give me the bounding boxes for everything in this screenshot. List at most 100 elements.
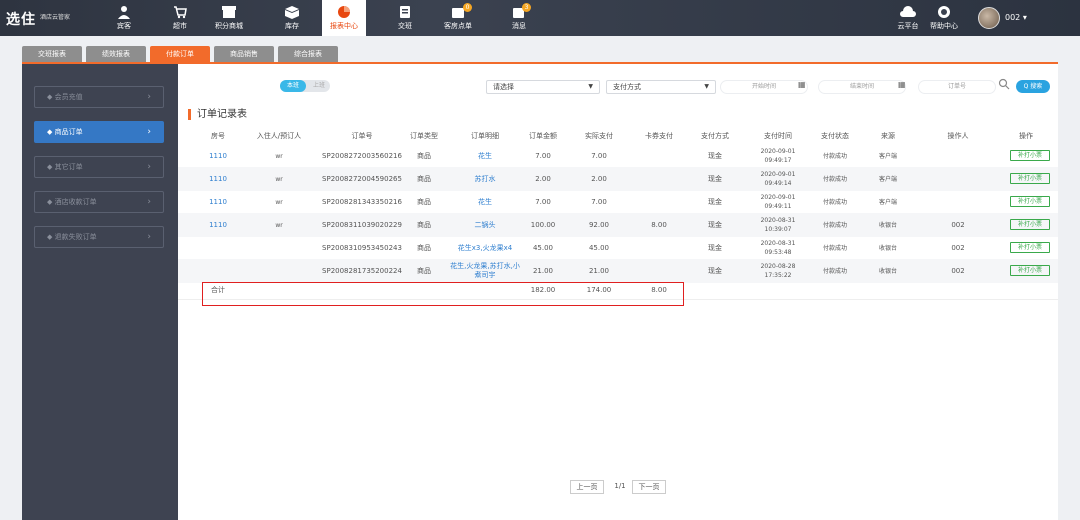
toggle-current-shift[interactable]: 本班 <box>280 80 306 92</box>
order-number-input[interactable]: 订单号 <box>918 80 996 94</box>
sidebar-item-label: 退款失败订单 <box>54 233 97 241</box>
chevron-right-icon: › <box>147 127 151 137</box>
cell-time: 09:49:11 <box>764 203 792 210</box>
chevron-right-icon: › <box>147 162 151 172</box>
search-button[interactable]: Q 搜索 <box>1016 80 1050 93</box>
nav-guests[interactable]: 宾客 <box>102 0 146 36</box>
store-select[interactable]: 请选择 ▼ <box>486 80 600 94</box>
cell-room[interactable]: 1110 <box>198 144 238 168</box>
toggle-previous-shift[interactable]: 上班 <box>308 80 330 92</box>
sidebar-item-other-orders[interactable]: ◆ 其它订单 › <box>34 156 164 178</box>
cell-amount: 7.00 <box>535 197 551 206</box>
cell-time: 09:53:48 <box>764 249 792 256</box>
report-icon <box>338 6 350 18</box>
nav-room-order[interactable]: 0 客房点单 <box>436 0 480 36</box>
shift-icon <box>400 6 410 18</box>
cell-date: 2020-09-01 <box>760 148 796 155</box>
nav-label: 客房点单 <box>444 22 472 30</box>
nav-label: 超市 <box>173 22 187 30</box>
diamond-icon: ◆ <box>47 233 53 241</box>
sidebar-item-label: 会员充值 <box>54 93 83 101</box>
cell-paid: 7.00 <box>591 197 607 206</box>
cell-guest: wr <box>275 221 283 229</box>
cell-detail[interactable]: 花生 <box>448 190 522 214</box>
cell-detail[interactable]: 苏打水 <box>448 167 522 191</box>
app-logo: 选住 <box>6 12 36 28</box>
cell-type: 商品 <box>417 151 431 160</box>
sidebar-item-member-recharge[interactable]: ◆ 会员充值 › <box>34 86 164 108</box>
cell-method: 现金 <box>708 197 722 206</box>
cell-detail[interactable]: 二锅头 <box>448 213 522 237</box>
nav-inventory[interactable]: 库存 <box>270 0 314 36</box>
sidebar-item-label: 其它订单 <box>54 163 83 171</box>
cell-status: 付款成功 <box>822 152 847 160</box>
cell-operator <box>936 167 980 191</box>
tab-shift-report[interactable]: 交班报表 <box>22 46 82 62</box>
table-row: 1110 wr SP2008272004590265 商品 苏打水 2.00 2.00 现金 2… <box>178 167 1058 191</box>
cell-status: 付款成功 <box>822 175 847 183</box>
cell-room[interactable]: 1110 <box>198 190 238 214</box>
reprint-receipt-button[interactable]: 补打小票 <box>1010 173 1050 184</box>
cell-paid: 45.00 <box>588 243 610 252</box>
calendar-icon[interactable]: ▦ <box>798 80 806 89</box>
cell-time: 09:49:14 <box>764 180 792 187</box>
tab-product-sales[interactable]: 商品销售 <box>214 46 274 62</box>
cell-order: SP2008272004590265 <box>322 174 402 183</box>
tab-payment-orders[interactable]: 付款订单 <box>150 46 210 62</box>
reprint-receipt-button[interactable]: 补打小票 <box>1010 150 1050 161</box>
nav-report-center[interactable]: 报表中心 <box>322 0 366 36</box>
tab-comprehensive-report[interactable]: 综合报表 <box>278 46 338 62</box>
cell-detail[interactable]: 花生x3,火龙果x4 <box>448 236 522 260</box>
nav-label: 库存 <box>285 22 299 30</box>
avatar[interactable] <box>978 7 1000 29</box>
prev-page-button[interactable]: 上一页 <box>570 480 604 494</box>
reprint-receipt-button[interactable]: 补打小票 <box>1010 219 1050 230</box>
diamond-icon: ◆ <box>47 93 53 101</box>
chevron-right-icon: › <box>147 197 151 207</box>
reprint-receipt-button[interactable]: 补打小票 <box>1010 196 1050 207</box>
app-logo-subtitle: 酒店云管家 <box>40 14 71 21</box>
nav-label: 宾客 <box>117 22 131 30</box>
user-name: 002 <box>1005 13 1021 22</box>
nav-points-store[interactable]: 积分商城 <box>207 0 251 36</box>
sidebar-item-refund-failed-orders[interactable]: ◆ 退款失败订单 › <box>34 226 164 248</box>
sidebar-item-product-orders[interactable]: ◆ 商品订单 › <box>34 121 164 143</box>
tab-performance-report[interactable]: 绩效报表 <box>86 46 146 62</box>
cell-method: 现金 <box>708 174 722 183</box>
start-time-input[interactable]: 开始时间 <box>720 80 808 94</box>
next-page-button[interactable]: 下一页 <box>632 480 666 494</box>
caret-down-icon: ▼ <box>588 83 593 90</box>
cell-detail[interactable]: 花生 <box>448 144 522 168</box>
nav-shift[interactable]: 交班 <box>383 0 427 36</box>
search-icon[interactable] <box>998 78 1010 90</box>
cell-room[interactable]: 1110 <box>198 213 238 237</box>
column-header: 房号 <box>211 132 225 140</box>
calendar-icon[interactable]: ▦ <box>898 80 906 89</box>
nav-messages[interactable]: 3 消息 <box>497 0 541 36</box>
cell-time: 17:35:22 <box>764 272 792 279</box>
cell-method: 现金 <box>708 220 722 229</box>
cell-status: 付款成功 <box>822 244 847 252</box>
sidebar-item-hotel-payment-orders[interactable]: ◆ 酒店收款订单 › <box>34 191 164 213</box>
user-menu[interactable]: 002 ▾ <box>1005 13 1027 22</box>
nav-cloud-platform[interactable]: 云平台 <box>888 0 928 36</box>
cell-source: 收银台 <box>878 221 897 229</box>
reprint-receipt-button[interactable]: 补打小票 <box>1010 265 1050 276</box>
reprint-receipt-button[interactable]: 补打小票 <box>1010 242 1050 253</box>
cell-room[interactable] <box>198 236 238 260</box>
cell-operator <box>936 190 980 214</box>
cell-coupon <box>634 167 684 191</box>
nav-help-center[interactable]: 帮助中心 <box>924 0 964 36</box>
end-time-input[interactable]: 结束时间 <box>818 80 906 94</box>
sidebar-item-label: 酒店收款订单 <box>54 198 97 206</box>
cell-amount: 7.00 <box>535 151 551 160</box>
shift-toggle[interactable]: 本班 上班 <box>280 80 330 92</box>
payment-method-select[interactable]: 支付方式 ▼ <box>606 80 716 94</box>
cell-amount: 100.00 <box>530 220 556 229</box>
cell-type: 商品 <box>417 220 431 229</box>
cell-operator: 002 <box>951 243 965 252</box>
nav-supermarket[interactable]: 超市 <box>158 0 202 36</box>
cell-room[interactable]: 1110 <box>198 167 238 191</box>
cell-time: 09:49:17 <box>764 157 792 164</box>
cell-status: 付款成功 <box>822 198 847 206</box>
